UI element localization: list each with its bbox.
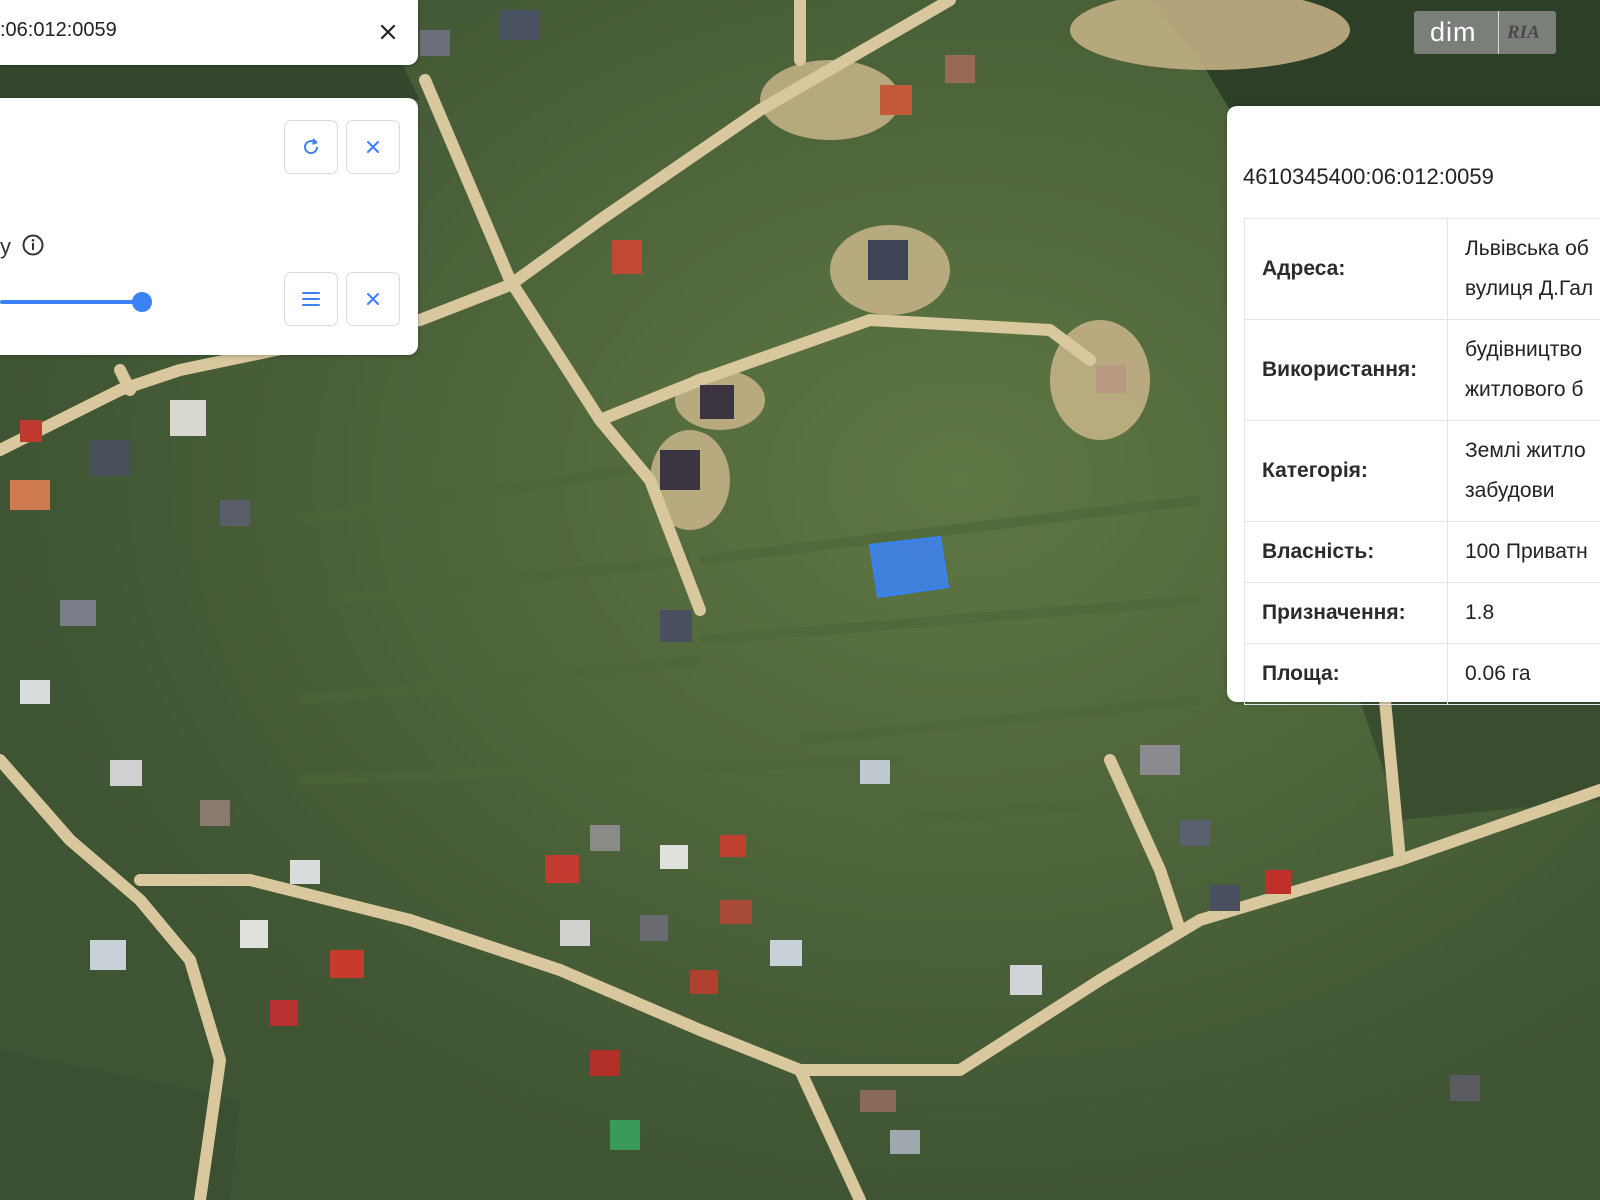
dim-ria-logo: dim RIA xyxy=(1414,11,1556,54)
close-layers-button[interactable] xyxy=(346,120,400,174)
row-value-line: будівництво xyxy=(1465,338,1583,361)
row-value: 1.8 xyxy=(1447,582,1600,644)
row-value: Землі житло забудови xyxy=(1447,420,1600,522)
close-icon xyxy=(367,141,379,153)
row-value: Львівська об вулиця Д.Гал xyxy=(1447,218,1600,320)
close-icon xyxy=(367,293,379,305)
close-icon[interactable] xyxy=(372,16,404,48)
logo-text-ria: RIA xyxy=(1507,21,1540,43)
row-key: Використання: xyxy=(1244,319,1448,421)
list-icon xyxy=(302,292,320,306)
row-key: Власність: xyxy=(1244,521,1448,583)
row-key: Площа: xyxy=(1244,643,1448,705)
row-value: будівництво житлового б xyxy=(1447,319,1600,421)
row-value-line: 0.06 га xyxy=(1465,662,1531,685)
search-input[interactable]: :06:012:0059 xyxy=(0,19,117,42)
table-row: Призначення: 1.8 xyxy=(1244,582,1600,644)
parcel-info-table: Адреса: Львівська об вулиця Д.Гал Використа… xyxy=(1244,218,1600,705)
info-icon[interactable] xyxy=(21,233,45,257)
row-value-line: Львівська об xyxy=(1465,237,1589,260)
row-value-line: 100 Приватн xyxy=(1465,540,1588,563)
selected-parcel xyxy=(868,535,950,599)
row-key: Категорія: xyxy=(1244,420,1448,522)
refresh-icon xyxy=(304,138,319,155)
opacity-slider-thumb[interactable] xyxy=(132,292,152,312)
row-value: 100 Приватн xyxy=(1447,521,1600,583)
opacity-slider-track[interactable] xyxy=(0,300,142,304)
row-value: 0.06 га xyxy=(1447,643,1600,705)
search-bar[interactable]: :06:012:0059 xyxy=(0,0,418,65)
row-value-line: житлового б xyxy=(1465,378,1584,401)
row-key: Призначення: xyxy=(1244,582,1448,644)
table-row: Використання: будівництво житлового б xyxy=(1244,319,1600,421)
parcel-info-panel: 4610345400:06:012:0059 Адреса: Львівська … xyxy=(1227,106,1600,705)
refresh-button[interactable] xyxy=(284,120,338,174)
row-key: Адреса: xyxy=(1244,218,1448,320)
row-value-line: 1.8 xyxy=(1465,601,1495,624)
table-row: Власність: 100 Приватн xyxy=(1244,521,1600,583)
cadastral-number: 4610345400:06:012:0059 xyxy=(1243,164,1494,189)
layer-label: у xyxy=(0,234,11,259)
table-row: Площа: 0.06 га xyxy=(1244,643,1600,705)
row-value-line: вулиця Д.Гал xyxy=(1465,277,1594,300)
logo-text-dim: dim xyxy=(1430,17,1477,47)
row-value-line: Землі житло xyxy=(1465,439,1586,462)
layers-panel: у xyxy=(0,98,418,355)
row-value-line: забудови xyxy=(1465,479,1555,502)
layer-list-button[interactable] xyxy=(284,272,338,326)
remove-layer-button[interactable] xyxy=(346,272,400,326)
table-row: Категорія: Землі житло забудови xyxy=(1244,420,1600,522)
table-row: Адреса: Львівська об вулиця Д.Гал xyxy=(1244,218,1600,320)
